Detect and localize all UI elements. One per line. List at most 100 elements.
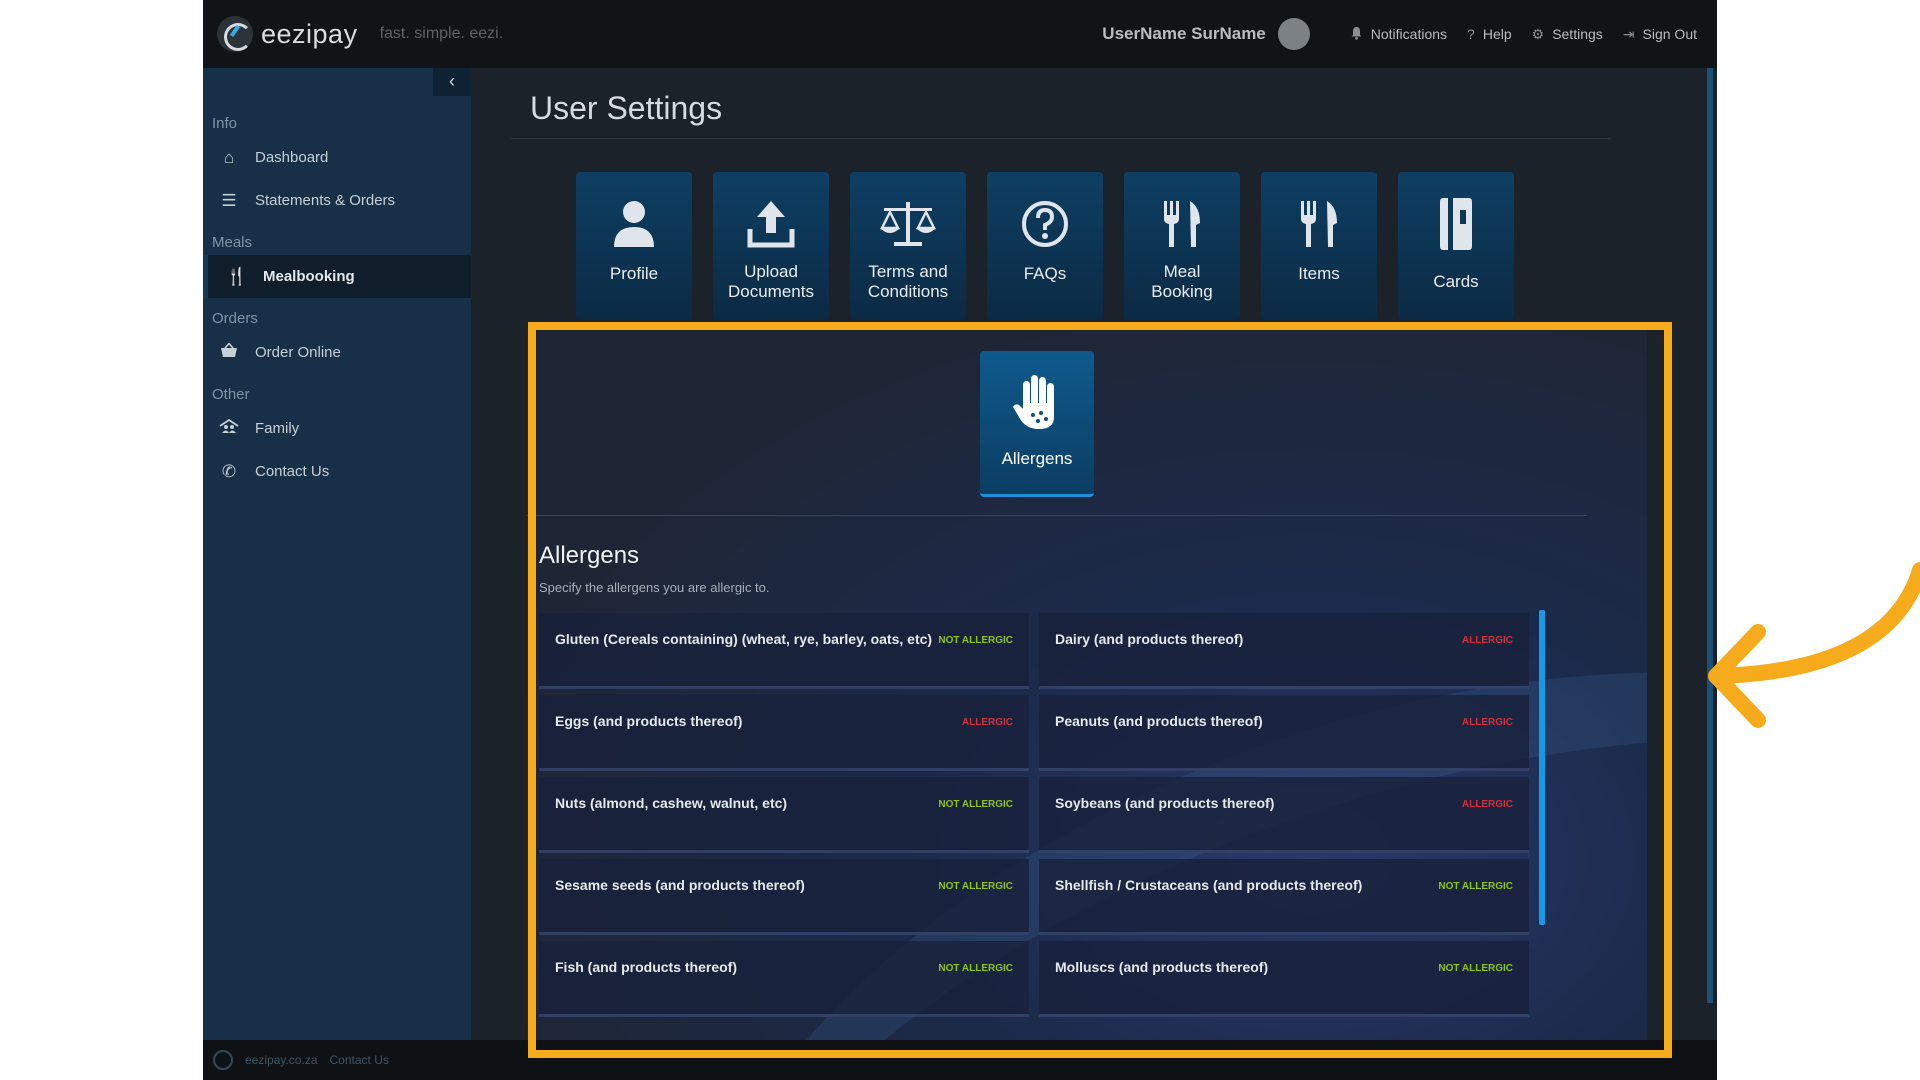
allergen-name: Dairy (and products thereof) [1055, 631, 1244, 647]
sidebar-item-label: Contact Us [255, 463, 330, 480]
sidebar-collapse-button[interactable]: ‹ [433, 68, 471, 96]
settings-label: Settings [1552, 26, 1603, 42]
tile-label: Allergens [1001, 449, 1073, 468]
allergen-item-dairy[interactable]: Dairy (and products thereof) ALLERGIC [1039, 613, 1529, 689]
allergen-status[interactable]: NOT ALLERGIC [938, 881, 1013, 892]
scale-icon [850, 194, 966, 254]
logo-text: eezipay [261, 18, 358, 49]
sidebar-item-order-online[interactable]: Order Online [203, 331, 471, 374]
allergen-item-sesame[interactable]: Sesame seeds (and products thereof) NOT … [539, 859, 1029, 935]
allergens-subtitle: Specify the allergens you are allergic t… [539, 580, 770, 595]
sidebar-item-mealbooking[interactable]: 🍴 Mealbooking [203, 255, 471, 298]
list-scrollbar[interactable] [1539, 610, 1545, 925]
allergen-item-gluten[interactable]: Gluten (Cereals containing) (wheat, rye,… [539, 613, 1029, 689]
sidebar-item-label: Order Online [255, 344, 341, 361]
title-divider [511, 138, 1611, 139]
hand-icon [980, 373, 1094, 431]
family-icon [217, 418, 241, 439]
sidebar-item-label: Statements & Orders [255, 192, 396, 209]
allergen-status[interactable]: ALLERGIC [1462, 717, 1513, 728]
allergen-status[interactable]: NOT ALLERGIC [938, 963, 1013, 974]
allergen-item-soybeans[interactable]: Soybeans (and products thereof) ALLERGIC [1039, 777, 1529, 853]
allergen-status[interactable]: NOT ALLERGIC [1438, 963, 1513, 974]
allergen-item-eggs[interactable]: Eggs (and products thereof) ALLERGIC [539, 695, 1029, 771]
allergen-name: Shellfish / Crustaceans (and products th… [1055, 877, 1363, 893]
app-window: eezipay fast. simple. eezi. UserName Sur… [203, 0, 1717, 1080]
tile-label: Meal Booking [1151, 262, 1213, 301]
page-title: User Settings [530, 90, 723, 126]
allergen-name: Peanuts (and products thereof) [1055, 713, 1263, 729]
allergen-status[interactable]: NOT ALLERGIC [938, 635, 1013, 646]
footer-contact-link[interactable]: Contact Us [330, 1053, 389, 1067]
cutlery-icon [1124, 194, 1240, 254]
footer-site-link[interactable]: eezipay.co.za [245, 1053, 318, 1067]
tile-allergens[interactable]: Allergens [980, 351, 1094, 497]
sidebar-section-other: Other [212, 386, 250, 403]
tile-meal-booking[interactable]: Meal Booking [1124, 172, 1240, 320]
sidebar-item-dashboard[interactable]: ⌂ Dashboard [203, 136, 471, 179]
sign-out-icon: ⇥ [1622, 25, 1635, 42]
tile-label: Profile [609, 264, 659, 283]
allergen-status[interactable]: NOT ALLERGIC [1438, 881, 1513, 892]
list-icon: ☰ [221, 190, 237, 210]
upload-icon [713, 194, 829, 254]
allergen-status[interactable]: ALLERGIC [962, 717, 1013, 728]
sidebar-item-label: Family [255, 420, 300, 437]
tile-label: FAQs [1023, 264, 1067, 283]
logo-icon [217, 16, 253, 52]
sidebar-item-family[interactable]: Family [203, 407, 471, 450]
footer-logo-icon [213, 1050, 233, 1070]
panel-divider [527, 515, 1587, 516]
cutlery-icon [1261, 194, 1377, 254]
help-label: Help [1482, 26, 1512, 42]
tile-terms-conditions[interactable]: Terms and Conditions [850, 172, 966, 320]
allergen-name: Molluscs (and products thereof) [1055, 959, 1269, 975]
logo[interactable]: eezipay [217, 16, 358, 52]
tile-items[interactable]: Items [1261, 172, 1377, 320]
tile-label: Terms and Conditions [867, 262, 949, 301]
allergen-name: Soybeans (and products thereof) [1055, 795, 1275, 811]
allergen-status[interactable]: NOT ALLERGIC [938, 799, 1013, 810]
username[interactable]: UserName SurName [1102, 24, 1265, 44]
tile-label: Upload Documents [728, 262, 814, 301]
home-icon: ⌂ [223, 147, 235, 167]
gear-icon: ⚙ [1531, 25, 1545, 42]
allergen-name: Fish (and products thereof) [555, 959, 737, 975]
allergens-title: Allergens [539, 542, 640, 569]
sidebar-section-orders: Orders [212, 310, 258, 327]
allergen-name: Gluten (Cereals containing) (wheat, rye,… [555, 631, 933, 647]
allergen-name: Sesame seeds (and products thereof) [555, 877, 805, 893]
tile-profile[interactable]: Profile [576, 172, 692, 320]
allergen-item-fish[interactable]: Fish (and products thereof) NOT ALLERGIC [539, 941, 1029, 1017]
tile-faqs[interactable]: FAQs [987, 172, 1103, 320]
settings-tiles: Profile Upload Documents Terms and Conditi… [576, 172, 1535, 320]
help-link[interactable]: ? Help [1467, 26, 1512, 42]
top-nav: UserName SurName Notifications ? Help ⚙ … [1102, 18, 1697, 50]
sidebar-item-statements-orders[interactable]: ☰ Statements & Orders [203, 179, 471, 222]
sidebar-item-label: Dashboard [255, 149, 329, 166]
tile-label: Cards [1433, 272, 1479, 291]
notifications-link[interactable]: Notifications [1350, 26, 1447, 43]
avatar[interactable] [1277, 18, 1310, 50]
allergen-item-peanuts[interactable]: Peanuts (and products thereof) ALLERGIC [1039, 695, 1529, 771]
allergen-status[interactable]: ALLERGIC [1462, 635, 1513, 646]
sign-out-link[interactable]: ⇥ Sign Out [1623, 26, 1697, 43]
sidebar-item-label: Mealbooking [263, 268, 355, 285]
sidebar-item-contact-us[interactable]: ✆ Contact Us [203, 450, 471, 493]
sidebar: ‹ Info ⌂ Dashboard ☰ Statements & Orders… [203, 68, 471, 1040]
page-scrollbar[interactable] [1707, 68, 1713, 1003]
card-icon [1398, 194, 1514, 254]
sign-out-label: Sign Out [1642, 26, 1697, 42]
tile-cards[interactable]: Cards [1398, 172, 1514, 320]
basket-icon [217, 341, 241, 363]
top-bar: eezipay fast. simple. eezi. UserName Sur… [203, 0, 1717, 68]
sidebar-section-meals: Meals [212, 234, 253, 251]
allergen-item-nuts[interactable]: Nuts (almond, cashew, walnut, etc) NOT A… [539, 777, 1029, 853]
allergen-status[interactable]: ALLERGIC [1462, 799, 1513, 810]
settings-link[interactable]: ⚙ Settings [1532, 26, 1603, 43]
allergen-item-molluscs[interactable]: Molluscs (and products thereof) NOT ALLE… [1039, 941, 1529, 1017]
allergen-item-shellfish[interactable]: Shellfish / Crustaceans (and products th… [1039, 859, 1529, 935]
allergen-list: Gluten (Cereals containing) (wheat, rye,… [539, 613, 1529, 1023]
allergens-panel: Allergens Allergens Specify the allergen… [527, 330, 1647, 1080]
tile-upload-documents[interactable]: Upload Documents [713, 172, 829, 320]
